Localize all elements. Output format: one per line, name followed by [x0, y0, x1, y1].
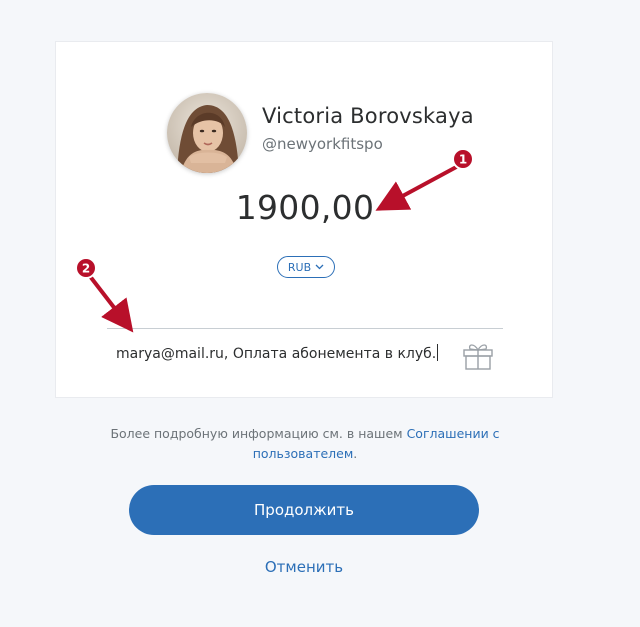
amount-field[interactable]: 1900,00	[56, 188, 554, 227]
note-input[interactable]: marya@mail.ru, Оплата абонемента в клуб.	[116, 344, 439, 362]
agreement-notice: Более подробную информацию см. в нашем С…	[90, 424, 520, 464]
text-caret	[437, 344, 439, 361]
continue-button[interactable]: Продолжить	[129, 485, 479, 535]
currency-label: RUB	[287, 260, 312, 274]
chevron-down-icon	[315, 264, 324, 270]
agreement-text: Более подробную информацию см. в нашем	[110, 426, 407, 441]
recipient-avatar	[167, 93, 247, 173]
cancel-link[interactable]: Отменить	[0, 558, 608, 576]
gift-icon[interactable]	[460, 341, 496, 375]
continue-button-label: Продолжить	[254, 501, 354, 519]
currency-selector[interactable]: RUB	[277, 256, 335, 278]
recipient-handle: @newyorkfitspo	[262, 135, 383, 153]
agreement-period: .	[353, 446, 358, 461]
payment-card: Victoria Borovskaya @newyorkfitspo 1900,…	[55, 41, 553, 398]
recipient-name: Victoria Borovskaya	[262, 104, 474, 128]
note-text: marya@mail.ru, Оплата абонемента в клуб.	[116, 346, 437, 362]
note-divider	[107, 328, 503, 329]
